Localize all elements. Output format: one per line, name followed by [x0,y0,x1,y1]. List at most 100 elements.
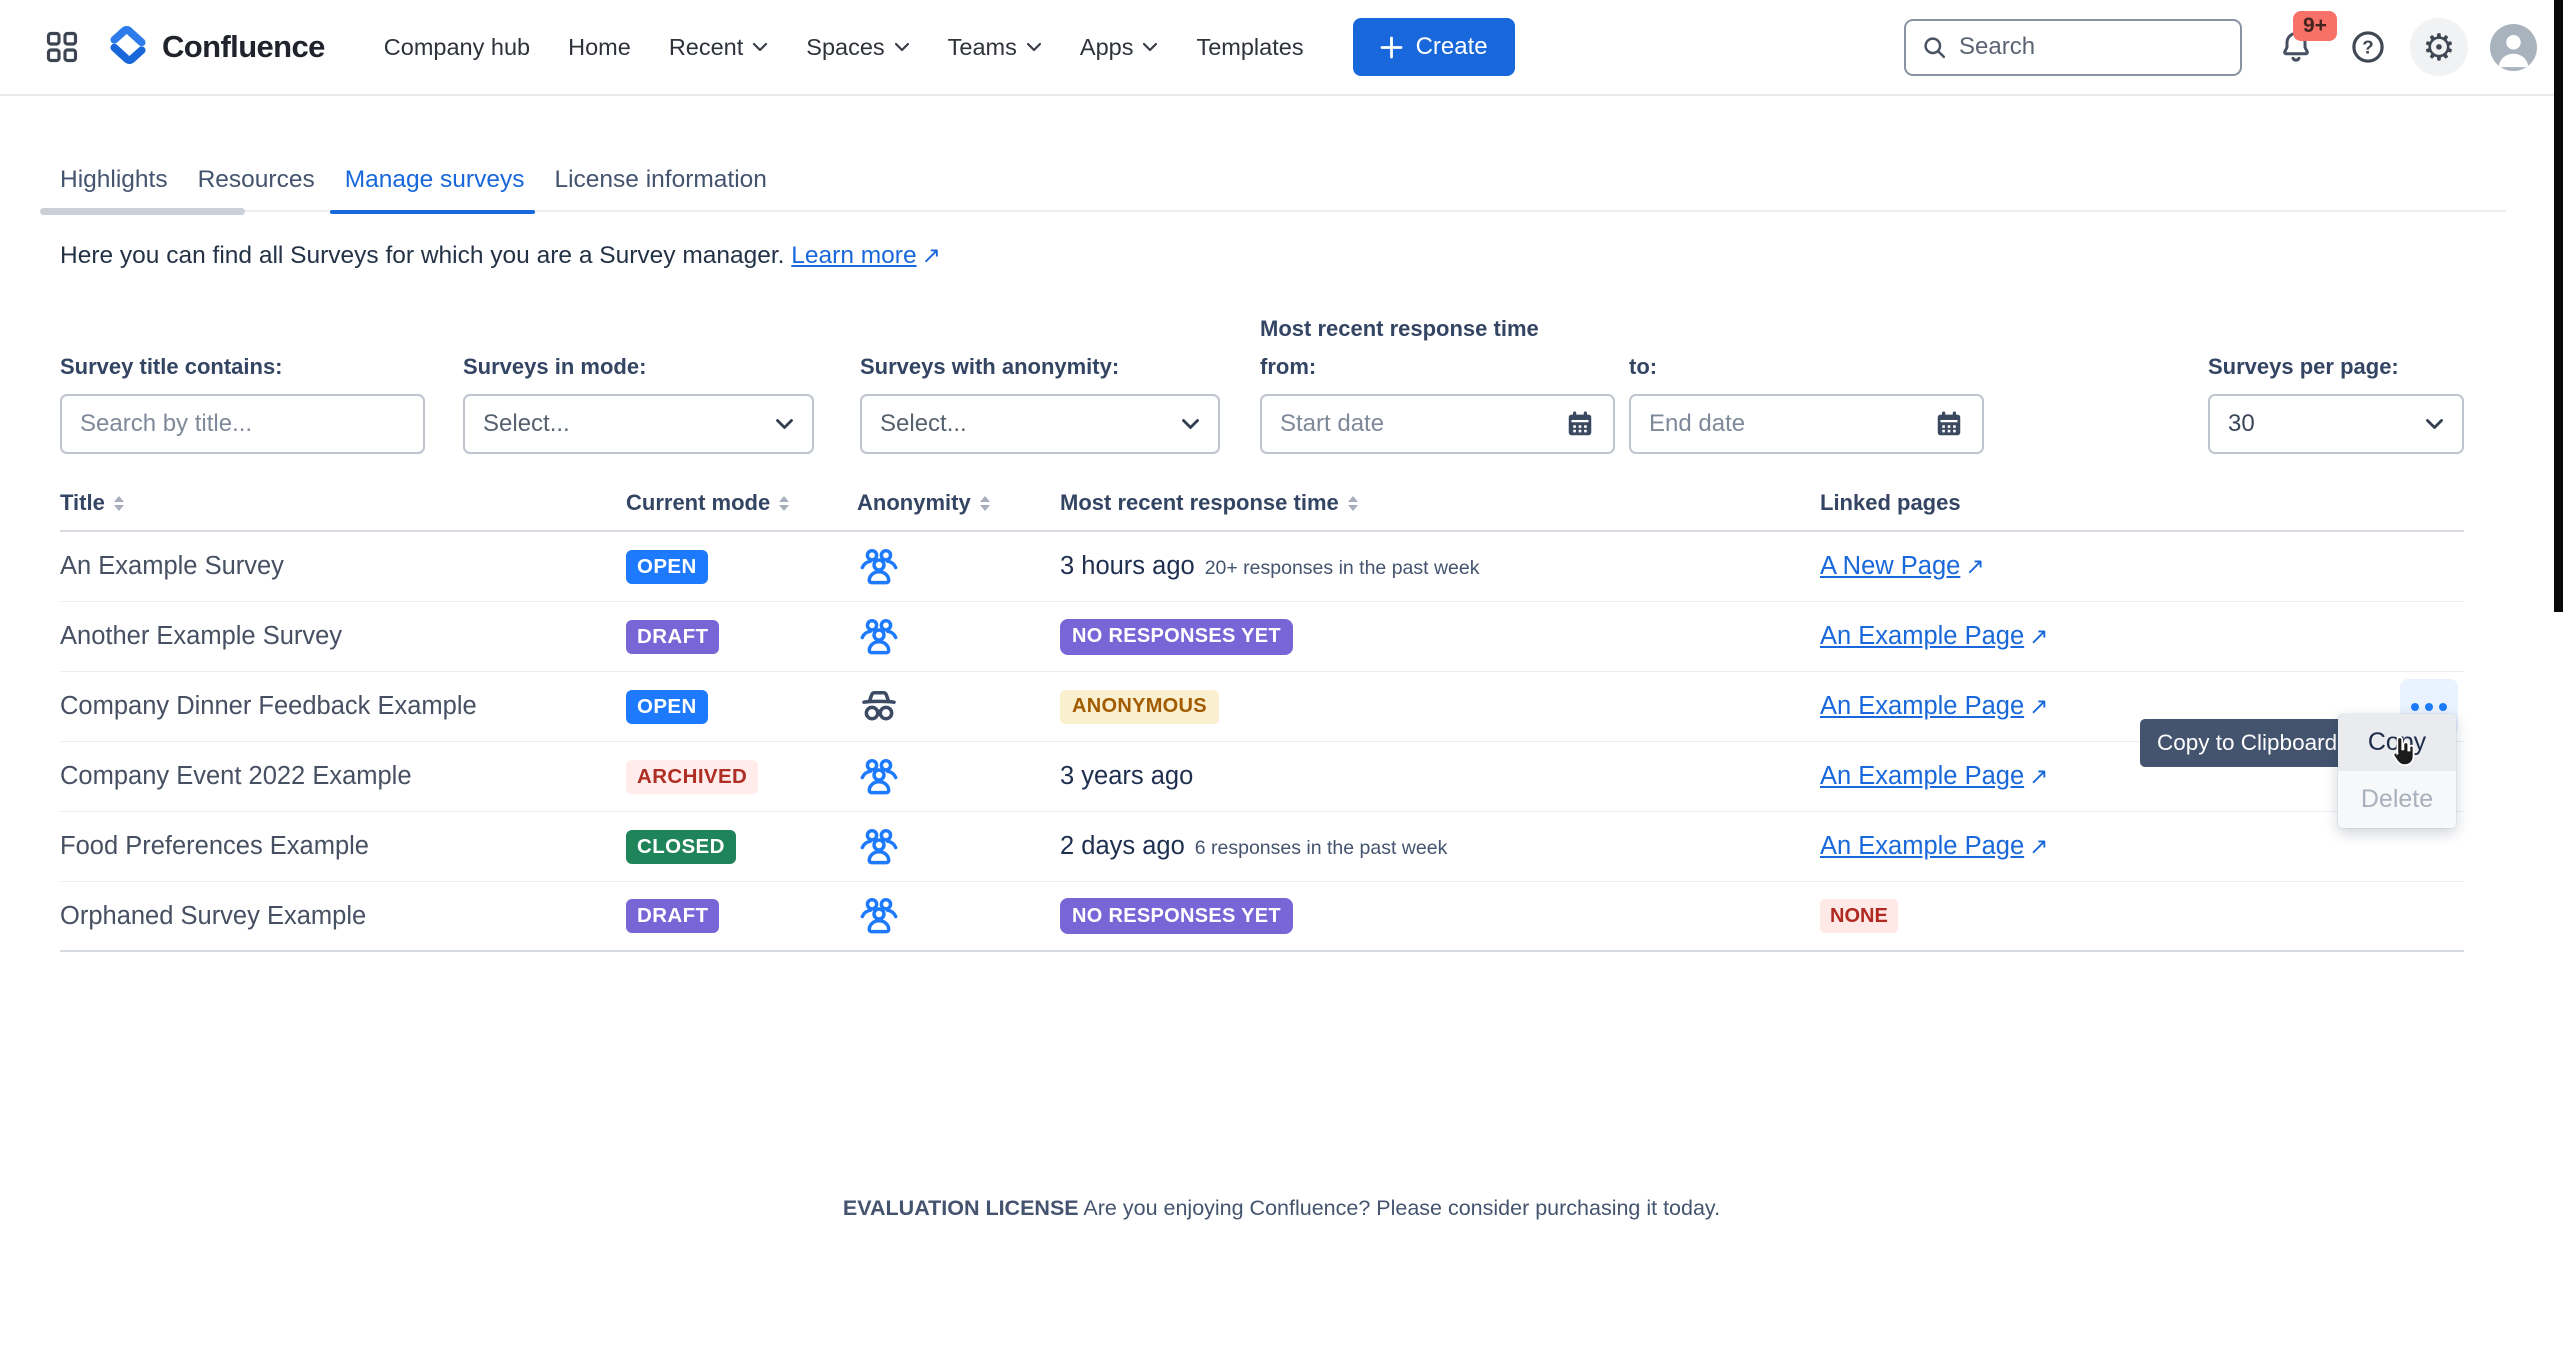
mode-select[interactable]: Select... [463,394,814,454]
tab-manage-surveys[interactable]: Manage surveys [330,166,540,212]
sort-up-arrow [980,496,990,502]
nav-item-apps[interactable]: Apps [1061,24,1178,71]
linked-page-link[interactable]: An Example Page [1820,622,2024,650]
column-header-label: Most recent response time [1060,490,1339,516]
sort-down-arrow [1348,505,1358,511]
survey-title: Orphaned Survey Example [60,902,626,931]
anonymity-cell [857,825,1060,869]
vertical-scrollbar-thumb[interactable] [2554,0,2563,612]
no-linked-page-badge: NONE [1820,899,1898,933]
sort-up-arrow [779,496,789,502]
external-link-icon: ↗ [922,242,941,268]
tab-license-information[interactable]: License information [539,166,781,212]
create-button-label: Create [1416,33,1488,61]
nav-item-recent[interactable]: Recent [650,24,787,71]
per-page-select[interactable]: 30 [2208,394,2464,454]
intro-sentence: Here you can find all Surveys for which … [60,242,784,269]
tab-highlights[interactable]: Highlights [60,166,183,212]
linked-page-link[interactable]: A New Page [1820,552,1960,580]
mode-badge: ARCHIVED [626,760,758,794]
chevron-down-icon [775,418,794,430]
menu-item-copy[interactable]: Copy [2338,714,2456,771]
linked-page-link[interactable]: An Example Page [1820,762,2024,790]
settings-button[interactable]: ⚙ [2410,18,2468,76]
end-date-field[interactable]: End date [1629,394,1984,454]
response-subtext: 6 responses in the past week [1195,837,1448,859]
filter-mode-label: Surveys in mode: [463,354,814,380]
response-cell: NO RESPONSES YET [1060,898,1820,934]
confluence-logo[interactable]: Confluence [107,24,325,71]
nav-item-label: Spaces [806,34,884,61]
response-time: 2 days ago [1060,832,1185,860]
nav-item-teams[interactable]: Teams [929,24,1061,71]
linked-page-link[interactable]: An Example Page [1820,832,2024,860]
external-link-icon: ↗ [2029,763,2048,789]
column-header-title[interactable]: Title [60,490,626,516]
response-time-group-label: Most recent response time [1260,316,1984,354]
group-anonymity-icon [857,755,1060,799]
survey-title: Company Event 2022 Example [60,762,626,791]
column-header-current-mode[interactable]: Current mode [626,490,857,516]
anonymity-cell [857,894,1060,938]
notifications-button[interactable]: 9+ [2278,29,2314,65]
calendar-icon [1934,409,1964,439]
column-header-most-recent-response-time[interactable]: Most recent response time [1060,490,1820,516]
start-date-field[interactable]: Start date [1260,394,1615,454]
license-footer: EVALUATION LICENSE Are you enjoying Conf… [0,1196,2563,1221]
filter-response-time-group: Most recent response time from: Start da… [1260,316,1984,454]
help-button[interactable]: ? [2350,29,2386,65]
group-anonymity-icon [857,894,1060,938]
filter-title: Survey title contains: [60,316,425,454]
response-cell: NO RESPONSES YET [1060,619,1820,655]
profile-avatar[interactable] [2490,24,2537,71]
group-anonymity-icon [857,545,1060,589]
column-header-anonymity[interactable]: Anonymity [857,490,1060,516]
create-button[interactable]: Create [1353,18,1515,76]
tabs-row: HighlightsResourcesManage surveysLicense… [60,166,2464,212]
filter-bar: Survey title contains: Surveys in mode: … [60,316,2464,454]
end-date-placeholder: End date [1649,410,1745,438]
external-link-icon: ↗ [2029,693,2048,719]
nav-item-company-hub[interactable]: Company hub [365,24,549,71]
nav-item-label: Company hub [384,34,530,61]
survey-title: Another Example Survey [60,622,626,651]
learn-more-link[interactable]: Learn more [791,242,916,269]
sort-down-arrow [779,505,789,511]
response-time: 3 hours ago [1060,552,1195,580]
mode-badge: OPEN [626,550,708,584]
nav-item-spaces[interactable]: Spaces [787,24,928,71]
app-switcher-icon[interactable] [44,29,80,65]
main-content: HighlightsResourcesManage surveysLicense… [0,166,2563,952]
confluence-logo-icon [107,24,149,71]
nav-item-label: Home [568,34,631,61]
nav-item-label: Teams [948,34,1017,61]
chevron-down-icon [752,42,768,52]
mode-cell: OPEN [626,550,857,584]
table-row: Another Example SurveyDRAFT NO RESPONSES… [60,602,2464,672]
nav-item-home[interactable]: Home [549,24,650,71]
response-cell: 2 days ago 6 responses in the past week [1060,832,1820,861]
title-filter-input[interactable] [80,410,405,438]
filter-from: from: Start date [1260,354,1615,454]
license-footer-text: Are you enjoying Confluence? Please cons… [1079,1196,1720,1220]
linked-page-link[interactable]: An Example Page [1820,692,2024,720]
table-row: Orphaned Survey ExampleDRAFT NO RESPONSE… [60,882,2464,952]
chevron-down-icon [1181,418,1200,430]
nav-item-templates[interactable]: Templates [1177,24,1322,71]
search-input[interactable] [1959,33,2225,61]
row-context-menu: CopyDelete [2338,714,2456,828]
anonymity-select[interactable]: Select... [860,394,1220,454]
app-name: Confluence [162,29,325,65]
tab-resources[interactable]: Resources [183,166,330,212]
global-search[interactable] [1904,19,2242,76]
table-body: An Example SurveyOPEN 3 hours ago20+ res… [60,532,2464,952]
anonymity-cell [857,545,1060,589]
surveys-table: TitleCurrent modeAnonymityMost recent re… [60,490,2464,952]
nav-menu: Company hubHomeRecent Spaces Teams Apps … [365,24,1323,71]
svg-text:?: ? [2362,37,2373,58]
linked-pages-cell: An Example Page↗ [1820,622,2464,651]
anonymity-cell [857,685,1060,729]
mode-cell: OPEN [626,690,857,724]
mode-badge: DRAFT [626,899,719,933]
tab-list: HighlightsResourcesManage surveysLicense… [60,166,2464,212]
